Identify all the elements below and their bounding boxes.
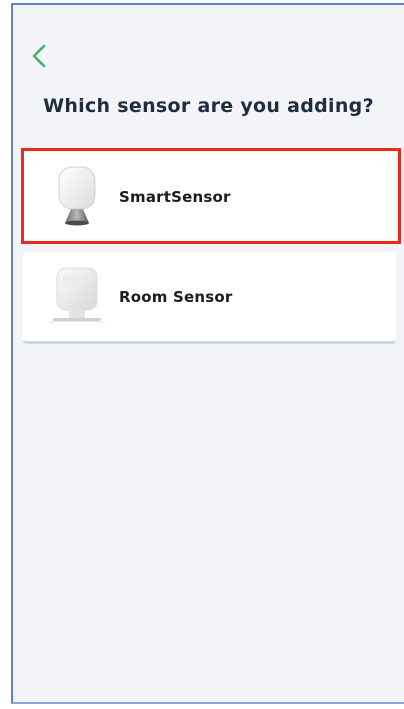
option-label-room-sensor: Room Sensor xyxy=(119,288,233,306)
page-title: Which sensor are you adding? xyxy=(43,95,374,117)
option-smartsensor[interactable]: SmartSensor xyxy=(23,151,396,244)
room-sensor-device-icon xyxy=(47,262,107,332)
smartsensor-device-icon xyxy=(47,163,107,233)
chevron-left-icon xyxy=(32,44,46,68)
app-screen: Which sensor are you adding? SmartSensor… xyxy=(11,3,404,704)
back-button[interactable] xyxy=(27,41,53,71)
option-room-sensor[interactable]: Room Sensor xyxy=(23,252,396,344)
option-label-smartsensor: SmartSensor xyxy=(119,188,231,206)
